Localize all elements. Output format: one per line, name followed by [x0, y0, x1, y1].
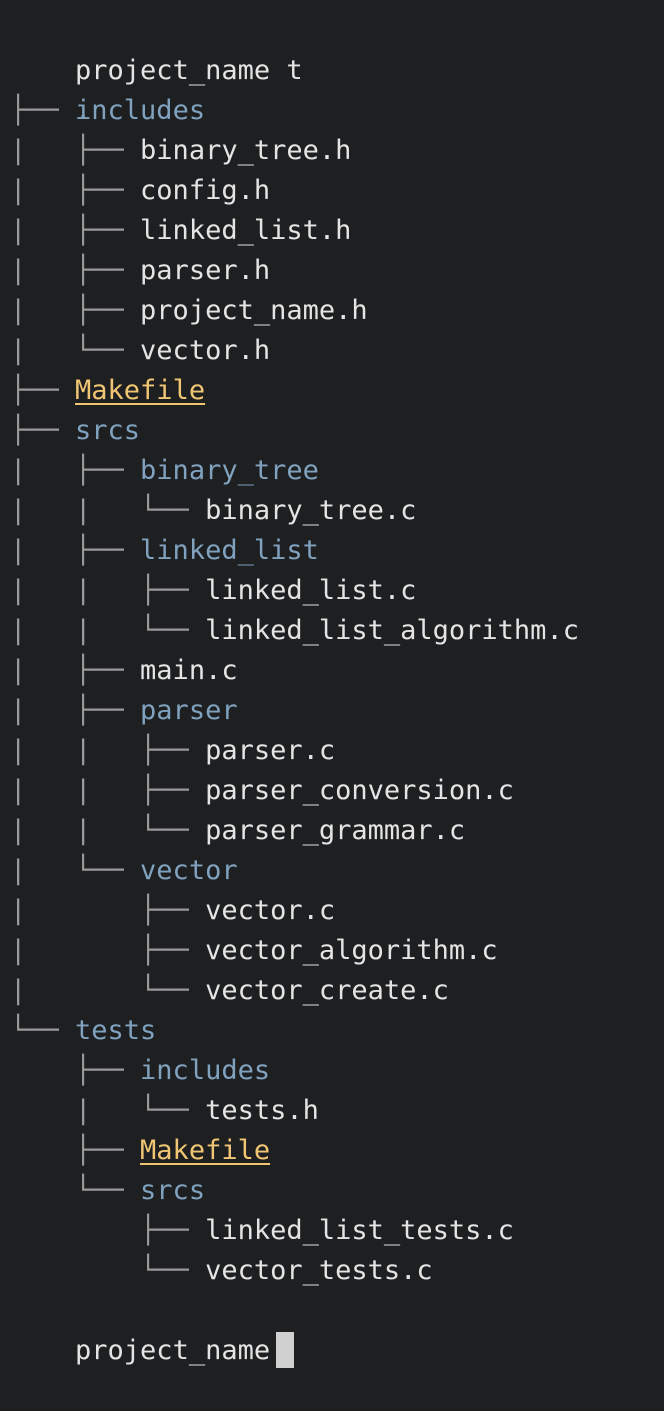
- tree-branch: └──: [10, 1255, 206, 1286]
- directory-name: parser: [140, 695, 238, 726]
- file-name: vector_algorithm.c: [205, 935, 498, 966]
- terminal-window[interactable]: project_name t . ├── includes | ├── binar…: [0, 0, 664, 1368]
- tree-entry: ├── srcs: [10, 411, 140, 451]
- tree-entry: | └── vector_create.c: [10, 971, 449, 1011]
- tree-branch: | ├──: [10, 215, 141, 246]
- file-name: parser.c: [205, 735, 336, 766]
- file-name: parser_grammar.c: [205, 815, 466, 846]
- tree-branch: | ├──: [10, 895, 206, 926]
- command-line: project_name t: [10, 11, 303, 86]
- file-name: binary_tree.c: [205, 495, 417, 526]
- prompt-text: project_name: [75, 55, 271, 86]
- file-name: main.c: [140, 655, 238, 686]
- tree-entry: | ├── linked_list: [10, 531, 319, 571]
- file-name: vector_tests.c: [205, 1255, 433, 1286]
- tree-branch: ├──: [10, 1215, 206, 1246]
- tree-entry: | ├── config.h: [10, 171, 270, 211]
- tree-branch: ├──: [10, 1135, 141, 1166]
- tree-entry: | ├── binary_tree.h: [10, 131, 351, 171]
- file-name: linked_list_tests.c: [205, 1215, 514, 1246]
- tree-entry: ├── Makefile: [10, 371, 205, 411]
- tree-branch: | | ├──: [10, 735, 206, 766]
- file-name: tests.h: [205, 1095, 319, 1126]
- tree-branch: | | └──: [10, 815, 206, 846]
- tree-entry: | | └── linked_list_algorithm.c: [10, 611, 579, 651]
- tree-branch: | ├──: [10, 295, 141, 326]
- tree-entry: | ├── linked_list.h: [10, 211, 351, 251]
- file-name: parser.h: [140, 255, 271, 286]
- file-name: binary_tree.h: [140, 135, 352, 166]
- tree-branch: | ├──: [10, 455, 141, 486]
- file-name: project_name.h: [140, 295, 368, 326]
- directory-name: linked_list: [140, 535, 319, 566]
- tree-entry: | ├── main.c: [10, 651, 238, 691]
- directory-name: includes: [75, 95, 206, 126]
- file-name: vector.h: [140, 335, 271, 366]
- tree-branch: | ├──: [10, 655, 141, 686]
- file-name: parser_conversion.c: [205, 775, 514, 806]
- tree-entry: ├── includes: [10, 1051, 270, 1091]
- tree-branch: | └──: [10, 335, 141, 366]
- tree-entry: | ├── project_name.h: [10, 291, 368, 331]
- tree-entry: | | └── binary_tree.c: [10, 491, 416, 531]
- tree-entry: | ├── vector_algorithm.c: [10, 931, 498, 971]
- tree-entry: ├── linked_list_tests.c: [10, 1211, 514, 1251]
- tree-branch: | └──: [10, 1095, 206, 1126]
- tree-branch: └──: [10, 1175, 141, 1206]
- tree-branch: | ├──: [10, 935, 206, 966]
- makefile-name: Makefile: [75, 375, 206, 406]
- file-name: config.h: [140, 175, 271, 206]
- terminal-cursor: [276, 1331, 295, 1368]
- file-name: linked_list.c: [205, 575, 417, 606]
- tree-entry: └── srcs: [10, 1171, 205, 1211]
- directory-name: includes: [140, 1055, 271, 1086]
- tree-branch: | └──: [10, 975, 206, 1006]
- directory-name: binary_tree: [140, 455, 319, 486]
- tree-branch: | | ├──: [10, 575, 206, 606]
- command-text: t: [270, 55, 303, 86]
- tree-branch: | ├──: [10, 695, 141, 726]
- tree-branch: ├──: [10, 1055, 141, 1086]
- tree-entry: | | ├── parser.c: [10, 731, 335, 771]
- tree-entry: | └── vector.h: [10, 331, 270, 371]
- tree-branch: | ├──: [10, 135, 141, 166]
- tree-entry: | | ├── linked_list.c: [10, 571, 416, 611]
- directory-name: srcs: [140, 1175, 206, 1206]
- tree-branch: | | ├──: [10, 775, 206, 806]
- directory-name: vector: [140, 855, 238, 886]
- tree-entry: | ├── vector.c: [10, 891, 335, 931]
- prompt-line[interactable]: project_name: [10, 1291, 295, 1368]
- tree-branch: | └──: [10, 855, 141, 886]
- tree-branch: | ├──: [10, 175, 141, 206]
- directory-name: tests: [75, 1015, 157, 1046]
- file-name: vector_create.c: [205, 975, 449, 1006]
- tree-branch: | | └──: [10, 495, 206, 526]
- tree-entry: | └── tests.h: [10, 1091, 319, 1131]
- tree-entry: └── tests: [10, 1011, 156, 1051]
- tree-entry: | ├── parser: [10, 691, 238, 731]
- tree-entry: ├── Makefile: [10, 1131, 270, 1171]
- makefile-name: Makefile: [140, 1135, 271, 1166]
- file-name: linked_list_algorithm.c: [205, 615, 579, 646]
- tree-entry: ├── includes: [10, 91, 205, 131]
- tree-entry: | └── vector: [10, 851, 238, 891]
- tree-entry: | ├── parser.h: [10, 251, 270, 291]
- tree-branch: ├──: [10, 375, 76, 406]
- tree-entry: | ├── binary_tree: [10, 451, 319, 491]
- tree-branch: ├──: [10, 95, 76, 126]
- directory-name: srcs: [75, 415, 141, 446]
- tree-entry: | | └── parser_grammar.c: [10, 811, 465, 851]
- tree-branch: | ├──: [10, 535, 141, 566]
- tree-branch: | ├──: [10, 255, 141, 286]
- file-name: vector.c: [205, 895, 336, 926]
- file-name: linked_list.h: [140, 215, 352, 246]
- tree-branch: | | └──: [10, 615, 206, 646]
- tree-entry: | | ├── parser_conversion.c: [10, 771, 514, 811]
- tree-branch: └──: [10, 1015, 76, 1046]
- tree-branch: ├──: [10, 415, 76, 446]
- prompt-text: project_name: [75, 1335, 271, 1366]
- tree-root-dot: .: [10, 51, 91, 126]
- tree-entry: └── vector_tests.c: [10, 1251, 433, 1291]
